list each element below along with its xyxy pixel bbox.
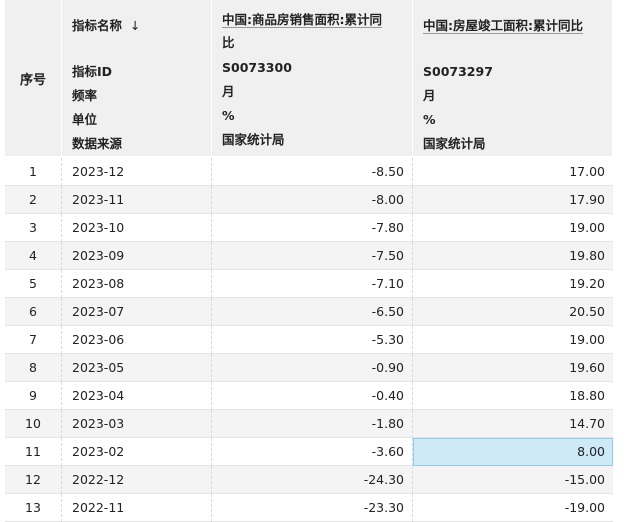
series-b-title[interactable]: 中国:房屋竣工面积:累计同比: [423, 18, 583, 34]
table-row[interactable]: 1 2023-12 -8.50 17.00: [5, 158, 613, 186]
series-a-header[interactable]: 中国:商品房销售面积:累计同 比 S0073300 月 % 国家统计局: [212, 0, 413, 158]
row-index-cell[interactable]: 5: [5, 270, 62, 298]
data-table: 序号 指标名称 ↓ 指标ID 频率 单位 数据来源 中国:商品房销售面积:累计同…: [5, 0, 613, 522]
table-row[interactable]: 7 2023-06 -5.30 19.00: [5, 326, 613, 354]
series-a-source: 国家统计局: [222, 132, 285, 147]
series-b-value-cell[interactable]: 19.60: [413, 354, 613, 382]
series-b-source: 国家统计局: [423, 136, 486, 151]
date-cell[interactable]: 2023-12: [62, 158, 212, 186]
series-b-value-cell[interactable]: 14.70: [413, 410, 613, 438]
date-cell[interactable]: 2023-07: [62, 298, 212, 326]
series-a-value-cell[interactable]: -6.50: [212, 298, 413, 326]
table-row[interactable]: 5 2023-08 -7.10 19.20: [5, 270, 613, 298]
series-a-value-cell[interactable]: -0.90: [212, 354, 413, 382]
series-a-value-cell[interactable]: -3.60: [212, 438, 413, 466]
row-index-cell[interactable]: 7: [5, 326, 62, 354]
series-b-value-cell[interactable]: 17.90: [413, 186, 613, 214]
series-a-value-cell[interactable]: -7.10: [212, 270, 413, 298]
series-a-value-cell[interactable]: -7.80: [212, 214, 413, 242]
series-b-unit: %: [423, 112, 436, 127]
date-cell[interactable]: 2023-11: [62, 186, 212, 214]
series-a-frequency: 月: [222, 84, 235, 99]
series-b-value-cell[interactable]: 20.50: [413, 298, 613, 326]
row-index-cell[interactable]: 6: [5, 298, 62, 326]
row-index-cell[interactable]: 10: [5, 410, 62, 438]
table-row[interactable]: 8 2023-05 -0.90 19.60: [5, 354, 613, 382]
meta-title: 指标名称: [72, 18, 123, 33]
header-row: 序号 指标名称 ↓ 指标ID 频率 单位 数据来源 中国:商品房销售面积:累计同…: [5, 0, 613, 158]
row-index-cell[interactable]: 12: [5, 466, 62, 494]
date-cell[interactable]: 2023-04: [62, 382, 212, 410]
series-b-value-cell[interactable]: 19.20: [413, 270, 613, 298]
meta-frequency-label: 频率: [72, 88, 98, 103]
date-cell[interactable]: 2023-03: [62, 410, 212, 438]
series-a-value-cell[interactable]: -0.40: [212, 382, 413, 410]
series-b-value-cell[interactable]: 19.00: [413, 214, 613, 242]
series-b-value-cell[interactable]: 19.00: [413, 326, 613, 354]
series-a-value-cell[interactable]: -5.30: [212, 326, 413, 354]
series-a-value-cell[interactable]: -23.30: [212, 494, 413, 522]
table-row[interactable]: 11 2023-02 -3.60 8.00: [5, 438, 613, 466]
table-row[interactable]: 9 2023-04 -0.40 18.80: [5, 382, 613, 410]
date-cell[interactable]: 2023-08: [62, 270, 212, 298]
meta-id-label: 指标ID: [72, 64, 113, 79]
series-b-value-cell[interactable]: -15.00: [413, 466, 613, 494]
row-index-cell[interactable]: 1: [5, 158, 62, 186]
series-a-unit: %: [222, 108, 235, 123]
series-a-value-cell[interactable]: -8.50: [212, 158, 413, 186]
date-cell[interactable]: 2022-11: [62, 494, 212, 522]
date-cell[interactable]: 2023-09: [62, 242, 212, 270]
series-b-value-cell[interactable]: 19.80: [413, 242, 613, 270]
series-b-header[interactable]: 中国:房屋竣工面积:累计同比 S0073297 月 % 国家统计局: [413, 0, 613, 158]
series-a-title-line2: 比: [222, 35, 235, 50]
table-row[interactable]: 6 2023-07 -6.50 20.50: [5, 298, 613, 326]
date-cell[interactable]: 2022-12: [62, 466, 212, 494]
row-index-cell[interactable]: 8: [5, 354, 62, 382]
index-header-label: 序号: [19, 72, 46, 88]
series-a-value-cell[interactable]: -7.50: [212, 242, 413, 270]
table-row[interactable]: 4 2023-09 -7.50 19.80: [5, 242, 613, 270]
series-a-value-cell[interactable]: -1.80: [212, 410, 413, 438]
date-cell[interactable]: 2023-10: [62, 214, 212, 242]
meta-source-label: 数据来源: [72, 136, 123, 151]
date-cell[interactable]: 2023-05: [62, 354, 212, 382]
table-body: 1 2023-12 -8.50 17.00 2 2023-11 -8.00 17.90 3 202…: [5, 158, 613, 522]
table-row[interactable]: 2 2023-11 -8.00 17.90: [5, 186, 613, 214]
row-index-cell[interactable]: 9: [5, 382, 62, 410]
series-b-value-cell[interactable]: 17.00: [413, 158, 613, 186]
row-index-cell[interactable]: 3: [5, 214, 62, 242]
data-grid-view: 序号 指标名称 ↓ 指标ID 频率 单位 数据来源 中国:商品房销售面积:累计同…: [0, 0, 626, 522]
index-column-header[interactable]: 序号: [5, 0, 62, 158]
series-b-id: S0073297: [423, 64, 493, 79]
series-a-value-cell[interactable]: -8.00: [212, 186, 413, 214]
series-a-id: S0073300: [222, 60, 292, 75]
table-row[interactable]: 13 2022-11 -23.30 -19.00: [5, 494, 613, 522]
series-b-value-cell[interactable]: 18.80: [413, 382, 613, 410]
meta-unit-label: 单位: [72, 112, 98, 127]
table-row[interactable]: 10 2023-03 -1.80 14.70: [5, 410, 613, 438]
row-index-cell[interactable]: 2: [5, 186, 62, 214]
series-a-title-line1: 中国:商品房销售面积:累计同: [222, 12, 382, 28]
table-row[interactable]: 12 2022-12 -24.30 -15.00: [5, 466, 613, 494]
selected-value-cell[interactable]: 8.00: [413, 438, 613, 466]
date-cell[interactable]: 2023-02: [62, 438, 212, 466]
meta-column-header[interactable]: 指标名称 ↓ 指标ID 频率 单位 数据来源: [62, 0, 212, 158]
series-b-frequency: 月: [423, 88, 436, 103]
row-index-cell[interactable]: 13: [5, 494, 62, 522]
table-row[interactable]: 3 2023-10 -7.80 19.00: [5, 214, 613, 242]
series-a-title[interactable]: 中国:商品房销售面积:累计同 比: [222, 8, 412, 56]
date-cell[interactable]: 2023-06: [62, 326, 212, 354]
series-a-value-cell[interactable]: -24.30: [212, 466, 413, 494]
sort-desc-icon[interactable]: ↓: [130, 18, 140, 33]
row-index-cell[interactable]: 4: [5, 242, 62, 270]
series-b-value-cell[interactable]: -19.00: [413, 494, 613, 522]
row-index-cell[interactable]: 11: [5, 438, 62, 466]
